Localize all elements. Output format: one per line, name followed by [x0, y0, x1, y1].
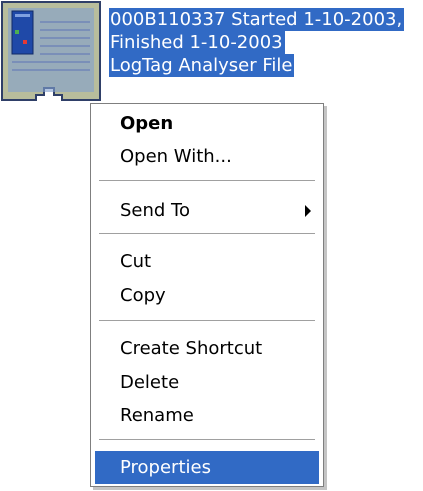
- menu-item-open-with[interactable]: Open With...: [95, 140, 319, 173]
- menu-separator: [99, 439, 315, 441]
- desktop: 000B110337 Started 1-10-2003, Finished 1…: [0, 0, 423, 491]
- menu-item-delete[interactable]: Delete: [95, 366, 319, 399]
- file-type-line: LogTag Analyser File: [109, 54, 295, 77]
- menu-item-rename[interactable]: Rename: [95, 399, 319, 432]
- menu-item-open[interactable]: Open: [95, 107, 319, 140]
- menu-separator: [99, 180, 315, 182]
- menu-item-cut[interactable]: Cut: [95, 245, 319, 278]
- menu-item-copy[interactable]: Copy: [95, 279, 319, 312]
- menu-item-properties[interactable]: Properties: [95, 451, 319, 484]
- submenu-arrow-icon: [305, 205, 311, 217]
- menu-item-send-to[interactable]: Send To: [95, 194, 319, 227]
- menu-item-send-to-label: Send To: [120, 200, 191, 221]
- logtag-file-icon[interactable]: [0, 0, 104, 104]
- menu-separator: [99, 320, 315, 322]
- file-name-line-2: Finished 1-10-2003: [109, 31, 285, 54]
- menu-item-create-shortcut[interactable]: Create Shortcut: [95, 332, 319, 365]
- context-menu: Open Open With... Send To Cut Copy Creat…: [90, 103, 324, 487]
- menu-separator: [99, 233, 315, 235]
- file-name-label[interactable]: 000B110337 Started 1-10-2003, Finished 1…: [109, 8, 419, 77]
- file-name-line-1: 000B110337 Started 1-10-2003,: [109, 8, 405, 31]
